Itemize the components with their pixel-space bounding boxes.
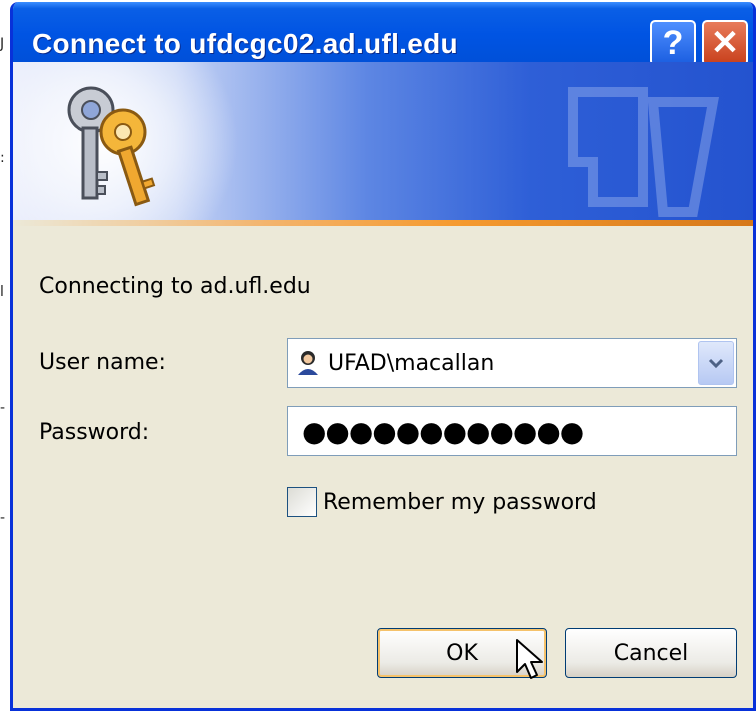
keys-icon	[67, 86, 156, 207]
user-icon	[298, 351, 318, 375]
password-field[interactable]: ●●●●●●●●●●●●	[287, 406, 737, 456]
help-icon: ?	[662, 23, 684, 62]
window-title: Connect to ufdcgc02.ad.ufl.edu	[32, 28, 458, 59]
background-text-fragment: J	[0, 36, 5, 52]
connecting-text: Connecting to ad.ufl.edu	[39, 274, 311, 299]
background-text-fragment: -	[0, 400, 6, 416]
background-text-fragment: -	[0, 510, 6, 526]
user-name-value: UFAD\macallan	[328, 351, 495, 376]
keys-watermark-icon	[568, 87, 719, 217]
chevron-down-icon	[708, 358, 724, 369]
remember-password-checkbox[interactable]	[287, 487, 317, 517]
background-text-fragment: l	[0, 284, 4, 300]
ok-button-label: OK	[446, 640, 478, 666]
close-button[interactable]: ✕	[702, 20, 748, 66]
login-dialog: Connect to ufdcgc02.ad.ufl.edu ? ✕ Conne…	[10, 2, 756, 711]
mouse-cursor-icon	[516, 639, 543, 679]
background-text-fragment: :	[0, 150, 5, 166]
remember-password-label[interactable]: Remember my password	[323, 490, 597, 515]
user-name-label: User name:	[39, 350, 166, 375]
close-icon: ✕	[710, 24, 740, 62]
banner-accent-stripe	[13, 220, 753, 226]
password-value: ●●●●●●●●●●●●	[302, 415, 584, 448]
help-button[interactable]: ?	[650, 20, 696, 66]
dialog-banner	[13, 62, 753, 222]
user-name-dropdown-button[interactable]	[698, 341, 734, 385]
cancel-button-label: Cancel	[613, 640, 689, 666]
cancel-button[interactable]: Cancel	[565, 628, 737, 678]
user-name-combobox[interactable]: UFAD\macallan	[287, 338, 737, 388]
password-label: Password:	[39, 420, 150, 445]
